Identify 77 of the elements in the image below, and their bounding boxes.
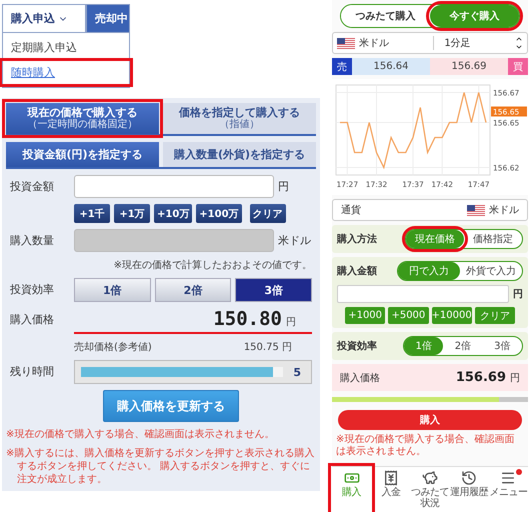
leverage-option[interactable]: 1倍 <box>74 278 151 302</box>
buy-tag: 買 <box>508 58 528 75</box>
warning-text: ※現在の価格で購入する場合、確認画面は表示されません。 <box>6 428 276 442</box>
history-icon <box>461 470 478 486</box>
add-amount-button[interactable]: クリア <box>250 204 286 224</box>
menu-tab[interactable]: 購入申込 <box>2 4 86 33</box>
flag-icon <box>337 38 355 48</box>
add-amount-button[interactable]: +5000 <box>388 307 428 324</box>
flag-icon <box>467 204 485 216</box>
add-amount-button[interactable]: クリア <box>474 307 515 324</box>
currency-name: 米ドル <box>489 204 519 217</box>
currency-name: 米ドル <box>359 36 389 50</box>
amount-tab[interactable]: 購入数量(外貨)を指定する <box>163 142 316 168</box>
amount-input[interactable] <box>337 285 509 303</box>
interval-label: 1分足 <box>444 37 471 50</box>
tab-title: 価格を指定して購入する <box>179 106 300 119</box>
mode-option[interactable]: つみたて購入 <box>341 5 430 27</box>
tab-subtitle: （一定時間の価格固定） <box>28 119 138 132</box>
hint-text: ※現在の価格で計算したおおよその値です。 <box>112 258 313 272</box>
mode-option[interactable]: 今すぐ購入 <box>430 5 519 27</box>
pair-selector[interactable]: 米ドル 1分足 <box>332 32 528 54</box>
method-tab[interactable]: 価格を指定して購入する （指値） <box>163 103 316 134</box>
leverage-option[interactable]: 2倍 <box>154 278 232 302</box>
field-label: 残り時間 <box>10 364 55 380</box>
price-value: 156.69 <box>456 370 506 385</box>
up-down-icon <box>515 35 523 51</box>
warning-text: ※現在の価格で購入する場合、確認画面は表示されません。 <box>335 434 516 458</box>
field-label: 投資金額 <box>10 179 55 194</box>
unit-label: 円 <box>513 288 523 301</box>
field-label: 購入価格 <box>10 312 55 328</box>
field-label: 通貨 <box>341 204 361 217</box>
tab-title: 現在の価格で購入する <box>28 106 138 119</box>
field-label: 投資効率 <box>10 282 55 298</box>
receipt-yen-icon <box>382 470 399 486</box>
nav-item[interactable]: 購入 <box>332 467 372 512</box>
leverage-option[interactable]: 2倍 <box>443 337 483 355</box>
nav-item[interactable]: 運用履歴 <box>450 467 489 512</box>
add-amount-button[interactable]: +1万 <box>114 204 150 224</box>
piggy-bank-icon <box>422 470 438 486</box>
unit-label: 円 <box>286 316 296 330</box>
sell-quote: 156.64 <box>352 58 430 75</box>
method-tab[interactable]: 現在の価格で購入する （一定時間の価格固定） <box>6 103 159 134</box>
field-label: 購入方法 <box>337 232 377 246</box>
menu-item[interactable]: 定期購入申込 <box>3 37 129 58</box>
method-option[interactable]: 現在価格 <box>406 230 464 248</box>
unit-label: 米ドル <box>278 233 311 248</box>
timer-reading: 5 <box>293 366 301 379</box>
price-value: 150.80 <box>213 308 282 330</box>
sell-price-value: 150.75 円 <box>244 341 292 354</box>
field-label: 購入数量 <box>10 233 55 248</box>
leverage-option[interactable]: 3倍 <box>482 337 522 355</box>
field-label: 購入金額 <box>337 264 377 278</box>
unit-label: 円 <box>510 372 520 384</box>
add-amount-button[interactable]: +1000 <box>345 307 386 324</box>
tab-subtitle: （指値） <box>220 119 260 132</box>
sell-price-label: 売却価格(参考値) <box>74 340 152 354</box>
method-option[interactable]: 価格指定 <box>464 230 522 248</box>
add-amount-button[interactable]: +10000 <box>432 307 472 324</box>
unit-label: 円 <box>278 179 289 194</box>
amount-input[interactable] <box>74 175 274 198</box>
add-amount-button[interactable]: +1千 <box>74 204 110 224</box>
nav-item[interactable]: 入金 <box>371 467 410 512</box>
add-amount-button[interactable]: +10万 <box>154 204 192 224</box>
nav-item[interactable]: メニュー <box>488 467 528 512</box>
buy-quote: 156.69 <box>430 58 508 75</box>
nav-item[interactable]: つみたて状況 <box>410 467 450 512</box>
buy-button[interactable]: 購入 <box>338 410 522 430</box>
sell-tag: 売 <box>332 58 352 75</box>
field-label: 投資効率 <box>337 339 377 353</box>
menu-tab[interactable]: 売却中 <box>86 4 130 33</box>
field-label: 購入価格 <box>340 372 380 384</box>
add-amount-button[interactable]: +100万 <box>196 204 242 224</box>
leverage-option[interactable]: 3倍 <box>235 278 312 302</box>
amount-tab[interactable]: 投資金額(円)を指定する <box>6 142 159 168</box>
leverage-option[interactable]: 1倍 <box>404 337 444 355</box>
warning-text: ※購入するには、購入価格を更新するボタンを押すと表示される購入するボタンを押してください。 購入するボタンを押すと、すぐに注文が成立します。 <box>6 447 316 486</box>
menu-icon <box>500 470 516 486</box>
